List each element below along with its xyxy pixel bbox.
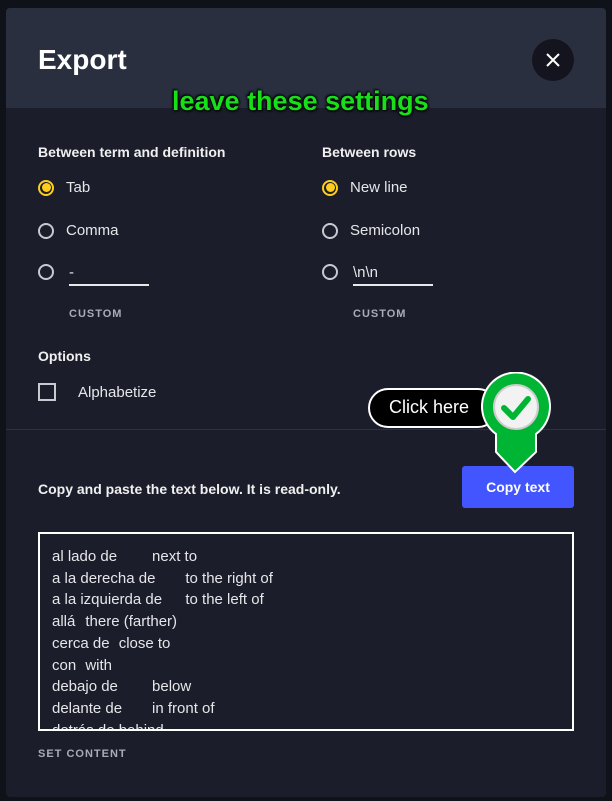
- radio-indicator: [38, 222, 54, 239]
- copy-instruction: Copy and paste the text below. It is rea…: [38, 481, 341, 497]
- radio-semicolon[interactable]: Semicolon: [322, 222, 420, 239]
- radio-indicator: [38, 264, 54, 280]
- radio-custom-term[interactable]: [38, 264, 54, 280]
- dialog-title: Export: [38, 44, 127, 75]
- custom-rows-input[interactable]: [353, 260, 433, 286]
- alphabetize-checkbox[interactable]: [38, 383, 56, 401]
- alphabetize-label: Alphabetize: [78, 384, 157, 401]
- radio-label: New line: [350, 179, 408, 196]
- radio-indicator: [38, 179, 54, 196]
- radio-label: Comma: [66, 222, 119, 239]
- radio-indicator: [322, 179, 338, 196]
- radio-indicator: [322, 222, 338, 239]
- radio-label: Tab: [66, 179, 91, 196]
- custom-term-caption: CUSTOM: [69, 308, 123, 320]
- custom-rows-caption: CUSTOM: [353, 308, 407, 320]
- rows-label: Between rows: [322, 144, 417, 160]
- term-definition-label: Between term and definition: [38, 144, 226, 160]
- radio-tab[interactable]: Tab: [38, 179, 90, 196]
- close-button[interactable]: [532, 39, 574, 81]
- custom-term-input[interactable]: [69, 260, 149, 286]
- check-pin-icon: [481, 372, 551, 474]
- export-textarea[interactable]: al lado de next to a la derecha de to th…: [38, 532, 574, 731]
- radio-new-line[interactable]: New line: [322, 179, 408, 196]
- options-label: Options: [38, 348, 91, 364]
- radio-comma[interactable]: Comma: [38, 222, 119, 239]
- radio-label: Semicolon: [350, 222, 421, 239]
- click-here-callout: Click here: [368, 388, 498, 428]
- close-icon: [546, 53, 560, 67]
- annotation-text: leave these settings: [172, 86, 429, 116]
- callout-text: Click here: [389, 397, 470, 417]
- radio-indicator: [322, 264, 338, 280]
- radio-custom-rows[interactable]: [322, 264, 338, 280]
- set-content-link[interactable]: SET CONTENT: [38, 748, 127, 760]
